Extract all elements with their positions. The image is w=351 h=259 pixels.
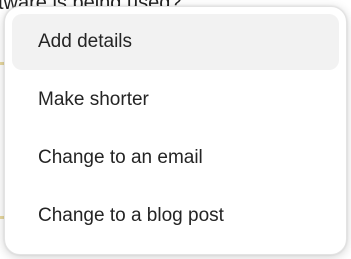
menu-item-label: Change to a blog post — [38, 205, 224, 226]
menu-item-add-details[interactable]: Add details — [12, 14, 339, 70]
rewrite-suggestions-menu: Add details Make shorter Change to an em… — [4, 6, 347, 255]
menu-item-change-to-blog-post[interactable]: Change to a blog post — [12, 188, 339, 244]
menu-item-label: Add details — [38, 31, 133, 52]
menu-item-make-shorter[interactable]: Make shorter — [12, 72, 339, 128]
menu-item-label: Change to an email — [38, 147, 203, 168]
menu-item-change-to-email[interactable]: Change to an email — [12, 130, 339, 186]
menu-item-label: Make shorter — [38, 89, 149, 110]
